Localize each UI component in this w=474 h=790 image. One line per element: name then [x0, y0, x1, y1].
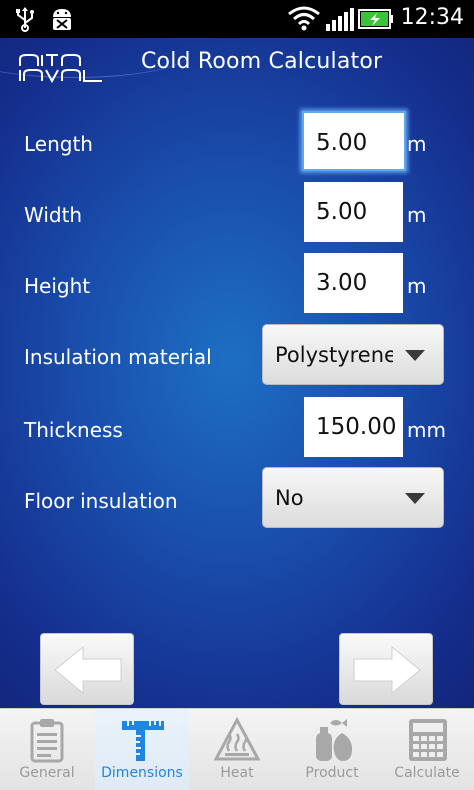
tab-calculate[interactable]: Calculate	[380, 709, 474, 790]
floor-insulation-label: Floor insulation	[24, 489, 178, 513]
height-value: 3.00	[316, 270, 368, 296]
chevron-down-icon	[405, 350, 425, 361]
signal-icon	[326, 8, 354, 31]
app-screen: 12:34 Cold Room Calculator Length 5.00 m…	[0, 0, 474, 790]
thickness-input[interactable]: 150.00	[304, 397, 403, 457]
tab-dimensions-label: Dimensions	[101, 765, 183, 781]
arrow-left-icon	[54, 645, 122, 695]
clipboard-icon	[30, 719, 64, 763]
insulation-material-value: Polystyrene	[275, 343, 393, 367]
tab-bar: General Dimensions Heat Product Calculat…	[0, 708, 474, 790]
thickness-label: Thickness	[24, 418, 123, 442]
tab-heat-label: Heat	[220, 765, 254, 781]
calculator-icon	[409, 719, 447, 761]
wifi-icon	[288, 6, 320, 31]
length-unit: m	[407, 132, 427, 156]
tab-heat[interactable]: Heat	[190, 709, 284, 790]
battery-charging-icon	[358, 9, 393, 29]
height-input[interactable]: 3.00	[304, 253, 403, 313]
thickness-value: 150.00	[316, 414, 397, 440]
product-icon	[316, 719, 353, 761]
thickness-unit: mm	[407, 418, 446, 442]
chevron-down-icon	[405, 493, 425, 504]
page-title: Cold Room Calculator	[141, 49, 383, 74]
ruler-icon	[122, 721, 164, 761]
height-unit: m	[407, 274, 427, 298]
tab-general-label: General	[19, 765, 75, 781]
back-button[interactable]	[40, 633, 134, 705]
alfa-laval-logo	[19, 54, 102, 83]
floor-insulation-select[interactable]: No	[262, 467, 444, 528]
arrow-right-icon	[353, 645, 421, 695]
app-header: Cold Room Calculator	[0, 38, 474, 90]
floor-insulation-value: No	[275, 486, 304, 510]
insulation-material-select[interactable]: Polystyrene	[262, 324, 444, 385]
length-label: Length	[24, 132, 93, 156]
next-button[interactable]	[339, 633, 433, 705]
heat-warning-icon	[214, 717, 260, 761]
length-input[interactable]: 5.00	[302, 111, 406, 171]
tab-product[interactable]: Product	[285, 709, 379, 790]
height-label: Height	[24, 274, 91, 298]
width-value: 5.00	[316, 199, 368, 225]
insulation-material-label: Insulation material	[24, 345, 212, 369]
width-unit: m	[407, 203, 427, 227]
tab-product-label: Product	[305, 765, 359, 781]
length-value: 5.00	[316, 130, 368, 156]
width-label: Width	[24, 203, 83, 227]
tab-calculate-label: Calculate	[394, 765, 460, 781]
status-time: 12:34	[400, 5, 464, 30]
tab-dimensions[interactable]: Dimensions	[95, 709, 189, 790]
tab-general[interactable]: General	[0, 709, 94, 790]
width-input[interactable]: 5.00	[304, 182, 403, 242]
